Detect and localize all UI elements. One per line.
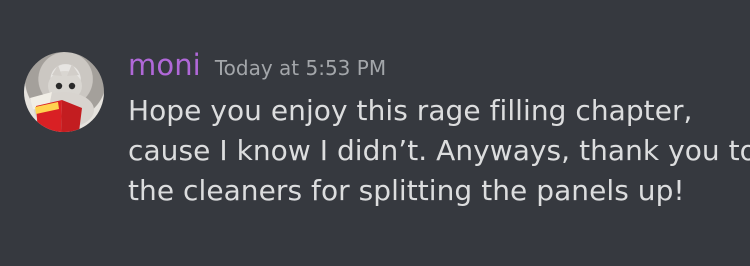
cat-avatar-icon <box>30 64 94 132</box>
message: moni Today at 5:53 PM Hope you enjoy thi… <box>128 48 750 211</box>
user-avatar[interactable] <box>24 52 104 132</box>
message-header: moni Today at 5:53 PM <box>128 48 728 88</box>
previous-message-fragment <box>290 0 470 4</box>
message-line: the cleaners for splitting the panels up… <box>128 174 685 207</box>
chat-message-view: moni Today at 5:53 PM Hope you enjoy thi… <box>0 0 750 266</box>
timestamp[interactable]: Today at 5:53 PM <box>215 56 386 80</box>
message-line: Hope you enjoy this rage filling chapter… <box>128 94 693 127</box>
username[interactable]: moni <box>128 48 201 82</box>
message-content: Hope you enjoy this rage filling chapter… <box>128 91 750 211</box>
message-line: cause I know I didn’t. Anyways, thank yo… <box>128 134 750 167</box>
